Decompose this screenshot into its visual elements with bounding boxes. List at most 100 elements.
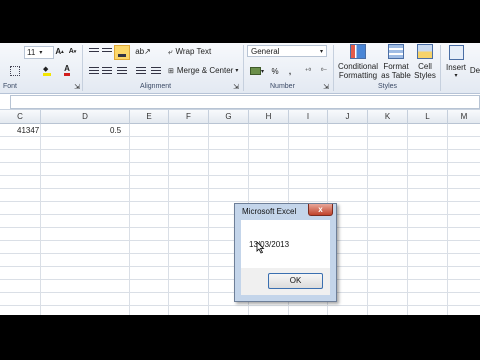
grid-line bbox=[40, 124, 41, 315]
message-box: Microsoft Excel x 13/03/2013 OK bbox=[234, 203, 337, 302]
excel-window: 11 ▾ A▴ A▾ ◆ A Font ⇲ ab↗ ⤶ Wrap Text bbox=[0, 0, 480, 360]
separator bbox=[333, 45, 334, 91]
decrease-indent-icon[interactable] bbox=[136, 67, 146, 75]
delete-label: De bbox=[469, 66, 480, 75]
format-table-icon bbox=[388, 44, 404, 59]
insert-button[interactable]: Insert ▾ bbox=[443, 43, 469, 81]
borders-button[interactable] bbox=[8, 65, 22, 77]
number-group-label: Number bbox=[270, 83, 295, 90]
cell-styles-label-2: Styles bbox=[414, 71, 436, 80]
formula-input[interactable] bbox=[10, 95, 480, 109]
column-header-i[interactable]: I bbox=[289, 110, 328, 124]
shrink-font-button[interactable]: A ▾ bbox=[67, 46, 78, 57]
column-header-m[interactable]: M bbox=[448, 110, 480, 124]
grid-line bbox=[407, 124, 408, 315]
column-header-h[interactable]: H bbox=[249, 110, 289, 124]
message-box-title: Microsoft Excel bbox=[242, 207, 297, 216]
number-dialog-launcher-icon[interactable]: ⇲ bbox=[322, 83, 330, 91]
align-top-icon[interactable] bbox=[89, 48, 99, 56]
chevron-down-icon: ▾ bbox=[260, 68, 264, 75]
message-box-body: 13/03/2013 bbox=[241, 220, 330, 268]
format-as-table-label-2: as Table bbox=[381, 71, 411, 80]
chevron-down-icon: ▾ bbox=[235, 68, 239, 74]
column-header-k[interactable]: K bbox=[368, 110, 408, 124]
grid-line bbox=[168, 124, 169, 315]
orientation-icon: ab↗ bbox=[135, 47, 151, 56]
conditional-formatting-button[interactable]: Conditional Formatting bbox=[336, 43, 380, 81]
wrap-text-label: Wrap Text bbox=[175, 47, 212, 56]
merge-icon: ⊞ bbox=[168, 67, 174, 75]
ok-button[interactable]: OK bbox=[268, 273, 323, 289]
chevron-down-icon: ▾ bbox=[454, 73, 458, 79]
grid-line bbox=[0, 175, 480, 176]
separator bbox=[82, 45, 83, 91]
font-size-value: 11 bbox=[27, 48, 36, 57]
grid-line bbox=[208, 124, 209, 315]
ribbon: 11 ▾ A▴ A▾ ◆ A Font ⇲ ab↗ ⤶ Wrap Text bbox=[0, 43, 480, 94]
chevron-down-icon: ▾ bbox=[319, 48, 323, 55]
borders-icon bbox=[10, 66, 20, 76]
merge-center-label: Merge & Center bbox=[176, 66, 234, 75]
font-color-button[interactable]: A bbox=[60, 63, 74, 77]
font-dialog-launcher-icon[interactable]: ⇲ bbox=[73, 83, 81, 91]
wrap-text-button[interactable]: ⤶ Wrap Text bbox=[168, 45, 220, 58]
formula-bar bbox=[0, 94, 480, 110]
font-group-label: Font bbox=[3, 83, 18, 90]
number-format-select[interactable]: General ▾ bbox=[247, 45, 327, 57]
align-left-icon[interactable] bbox=[89, 67, 99, 75]
separator bbox=[440, 45, 441, 91]
letterbox-bottom bbox=[0, 315, 480, 360]
font-size-box[interactable]: 11 ▾ bbox=[24, 46, 54, 59]
orientation-button[interactable]: ab↗ bbox=[135, 45, 151, 58]
conditional-formatting-label-2: Formatting bbox=[338, 71, 378, 80]
grid-line bbox=[0, 136, 480, 137]
grid-line bbox=[0, 188, 480, 189]
column-header-d[interactable]: D bbox=[41, 110, 130, 124]
decrease-decimal-icon[interactable]: ⁰⁻ bbox=[318, 65, 330, 77]
grow-font-button[interactable]: A ▴ bbox=[54, 46, 65, 57]
column-header-e[interactable]: E bbox=[130, 110, 169, 124]
insert-label: Insert bbox=[445, 63, 466, 72]
font-color-icon: A bbox=[64, 64, 70, 76]
message-text: 13/03/2013 bbox=[249, 240, 290, 249]
close-button[interactable]: x bbox=[308, 204, 333, 216]
currency-button[interactable]: ▾ bbox=[249, 65, 265, 77]
cell-styles-label-1: Cell bbox=[418, 62, 432, 71]
column-header-f[interactable]: F bbox=[169, 110, 209, 124]
column-header-j[interactable]: J bbox=[328, 110, 368, 124]
align-middle-icon[interactable] bbox=[102, 48, 112, 56]
message-box-footer: OK bbox=[241, 268, 330, 295]
cell-styles-button[interactable]: Cell Styles bbox=[412, 43, 438, 81]
fill-color-button[interactable]: ◆ bbox=[40, 65, 54, 77]
merge-center-button[interactable]: ⊞ Merge & Center ▾ bbox=[168, 64, 240, 77]
styles-group-label: Styles bbox=[378, 83, 398, 90]
grid-line bbox=[0, 305, 480, 306]
cell-d1[interactable]: 0.5 bbox=[110, 125, 121, 137]
currency-icon bbox=[249, 67, 261, 75]
grid-line bbox=[0, 162, 480, 163]
column-header-g[interactable]: G bbox=[209, 110, 249, 124]
delete-button[interactable]: De bbox=[470, 43, 480, 81]
paint-bucket-icon: ◆ bbox=[43, 66, 51, 76]
alignment-group-label: Alignment bbox=[140, 83, 172, 90]
align-center-icon[interactable] bbox=[102, 67, 112, 75]
format-as-table-label-1: Format bbox=[383, 62, 409, 71]
insert-cells-icon bbox=[448, 45, 464, 60]
column-header-c[interactable]: C bbox=[0, 110, 41, 124]
cell-c1[interactable]: 41347 bbox=[17, 125, 39, 137]
comma-button[interactable]: , bbox=[286, 65, 294, 77]
separator bbox=[243, 45, 244, 91]
conditional-formatting-label-1: Conditional bbox=[337, 62, 379, 71]
align-right-icon[interactable] bbox=[117, 67, 127, 75]
alignment-dialog-launcher-icon[interactable]: ⇲ bbox=[232, 83, 240, 91]
increase-decimal-icon[interactable]: ⁺⁰ bbox=[302, 65, 314, 77]
column-header-l[interactable]: L bbox=[408, 110, 448, 124]
increase-indent-icon[interactable] bbox=[151, 67, 161, 75]
format-as-table-button[interactable]: Format as Table bbox=[380, 43, 412, 81]
align-bottom-button[interactable] bbox=[114, 45, 130, 60]
grid-line bbox=[129, 124, 130, 315]
wrap-text-icon: ⤶ bbox=[168, 46, 173, 56]
grid-line bbox=[0, 201, 480, 202]
grid-line bbox=[367, 124, 368, 315]
percent-button[interactable]: % bbox=[270, 65, 280, 77]
